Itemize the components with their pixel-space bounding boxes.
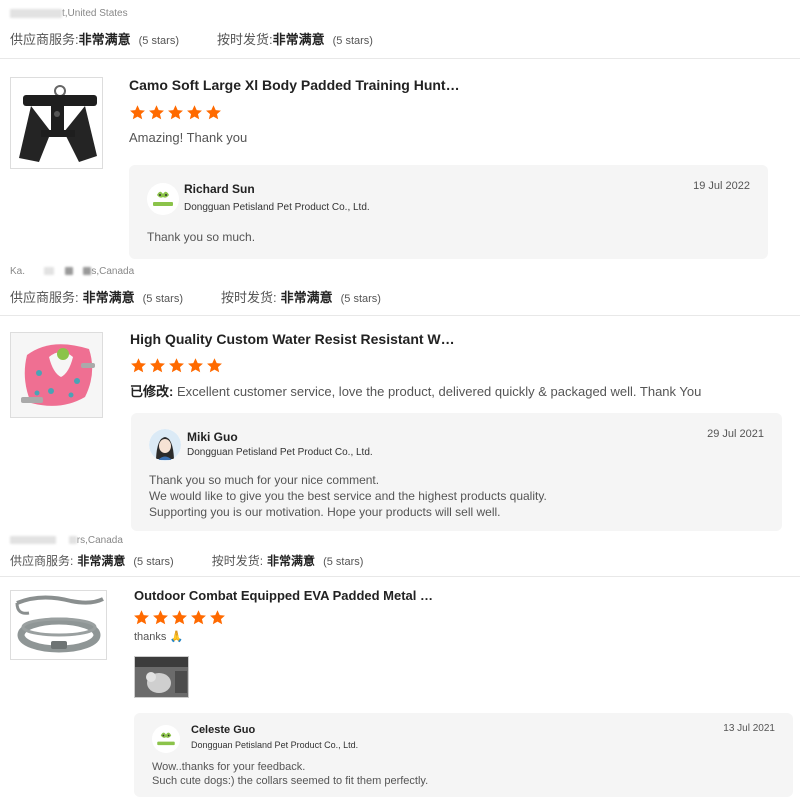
star-icon	[210, 610, 225, 625]
supplier-reply: Miki Guo Dongguan Petisland Pet Product …	[131, 413, 782, 531]
review-photo[interactable]	[134, 656, 189, 698]
edited-label: 已修改:	[130, 384, 174, 399]
divider	[0, 576, 800, 577]
reply-text: Wow..thanks for your feedback. Such cute…	[152, 760, 428, 788]
masked-name	[68, 536, 77, 545]
reply-date: 29 Jul 2021	[707, 428, 764, 440]
product-thumbnail[interactable]	[10, 590, 107, 660]
reply-author-name: Celeste Guo	[191, 724, 256, 736]
supplier-rating-row: 供应商服务: 非常满意 (5 stars) 按时发货: 非常满意 (5 star…	[10, 29, 373, 48]
rating-stars	[129, 104, 222, 121]
star-icon	[169, 358, 184, 373]
star-icon	[206, 105, 221, 120]
star-icon	[168, 105, 183, 120]
ontime-stars: (5 stars)	[323, 556, 364, 568]
reply-date: 13 Jul 2021	[723, 723, 775, 734]
reply-author-name: Richard Sun	[184, 182, 255, 196]
star-icon	[172, 610, 187, 625]
supplier-reply: Celeste Guo Dongguan Petisland Pet Produ…	[134, 713, 793, 797]
reply-text-line: Wow..thanks for your feedback.	[152, 761, 306, 773]
star-icon	[187, 105, 202, 120]
ontime-label: 按时发货:	[211, 554, 264, 568]
reply-text-line: Thank you so much for your nice comment.	[149, 473, 380, 487]
masked-name	[64, 267, 73, 276]
supplier-service-label: 供应商服务:	[10, 32, 79, 47]
supplier-rating-row: 供应商服务: 非常满意 (5 stars) 按时发货: 非常满意 (5 star…	[10, 287, 381, 306]
reply-date: 19 Jul 2022	[693, 180, 750, 192]
review-comment: 已修改: Excellent customer service, love th…	[130, 381, 701, 400]
star-icon	[207, 358, 222, 373]
review-comment-text: Excellent customer service, love the pro…	[176, 384, 702, 399]
reviewer-location: Ka. s,Canada	[10, 266, 135, 277]
ontime-label: 按时发货:	[220, 290, 277, 305]
ontime-stars: (5 stars)	[332, 35, 373, 47]
star-icon	[153, 610, 168, 625]
supplier-service-stars: (5 stars)	[133, 556, 174, 568]
product-title-link[interactable]: Outdoor Combat Equipped EVA Padded Metal…	[134, 588, 433, 603]
star-icon	[149, 105, 164, 120]
supplier-service-value: 非常满意	[78, 32, 131, 47]
ontime-value: 非常满意	[272, 32, 325, 47]
star-icon	[188, 358, 203, 373]
review-comment: thanks 🙏	[134, 631, 184, 643]
user-avatar-icon	[149, 429, 181, 461]
ontime-label: 按时发货:	[216, 32, 273, 47]
masked-name	[10, 8, 62, 18]
reviewer-location: t,United States	[10, 8, 128, 19]
star-icon	[191, 610, 206, 625]
masked-name	[43, 267, 54, 276]
petisland-logo-icon	[152, 725, 180, 753]
reply-text: Thank you so much for your nice comment.…	[149, 472, 547, 520]
masked-name	[83, 267, 92, 276]
supplier-service-stars: (5 stars)	[138, 35, 179, 47]
dog-photo-icon	[135, 657, 188, 697]
product-title-link[interactable]: Camo Soft Large Xl Body Padded Training …	[129, 77, 460, 93]
product-thumbnail[interactable]	[10, 77, 103, 169]
rating-stars	[133, 609, 226, 626]
product-title-link[interactable]: High Quality Custom Water Resist Resista…	[130, 331, 455, 347]
masked-name	[10, 536, 56, 545]
harness-image-icon	[11, 78, 102, 168]
ontime-value: 非常满意	[267, 554, 316, 568]
rating-stars	[130, 357, 223, 374]
reply-text-line: Such cute dogs:) the collars seemed to f…	[152, 775, 429, 787]
supplier-service-value: 非常满意	[77, 554, 126, 568]
leash-image-icon	[11, 591, 106, 659]
star-icon	[134, 610, 149, 625]
supplier-service-stars: (5 stars)	[142, 293, 183, 305]
reply-author-name: Miki Guo	[187, 430, 238, 444]
supplier-service-label: 供应商服务:	[10, 290, 79, 305]
divider	[0, 315, 800, 316]
reply-company: Dongguan Petisland Pet Product Co., Ltd.	[187, 447, 373, 458]
review-comment: Amazing! Thank you	[129, 130, 248, 145]
ontime-value: 非常满意	[280, 290, 333, 305]
supplier-service-label: 供应商服务:	[10, 554, 74, 568]
reply-text-line: We would like to give you the best servi…	[149, 489, 547, 503]
supplier-rating-row: 供应商服务: 非常满意 (5 stars) 按时发货: 非常满意 (5 star…	[10, 552, 363, 569]
reply-company: Dongguan Petisland Pet Product Co., Ltd.	[184, 202, 370, 213]
reply-text-line: Supporting you is our motivation. Hope y…	[149, 505, 501, 519]
star-icon	[131, 358, 146, 373]
star-icon	[130, 105, 145, 120]
supplier-service-value: 非常满意	[82, 290, 135, 305]
ontime-stars: (5 stars)	[340, 293, 381, 305]
product-thumbnail[interactable]	[10, 332, 103, 418]
star-icon	[150, 358, 165, 373]
divider	[0, 58, 800, 59]
supplier-reply: Richard Sun Dongguan Petisland Pet Produ…	[129, 165, 768, 259]
harness-image-icon	[11, 333, 102, 417]
petisland-logo-icon	[147, 183, 179, 215]
reply-company: Dongguan Petisland Pet Product Co., Ltd.	[191, 740, 359, 750]
reply-text: Thank you so much.	[147, 230, 256, 244]
reviewer-location: rs,Canada	[10, 535, 123, 546]
